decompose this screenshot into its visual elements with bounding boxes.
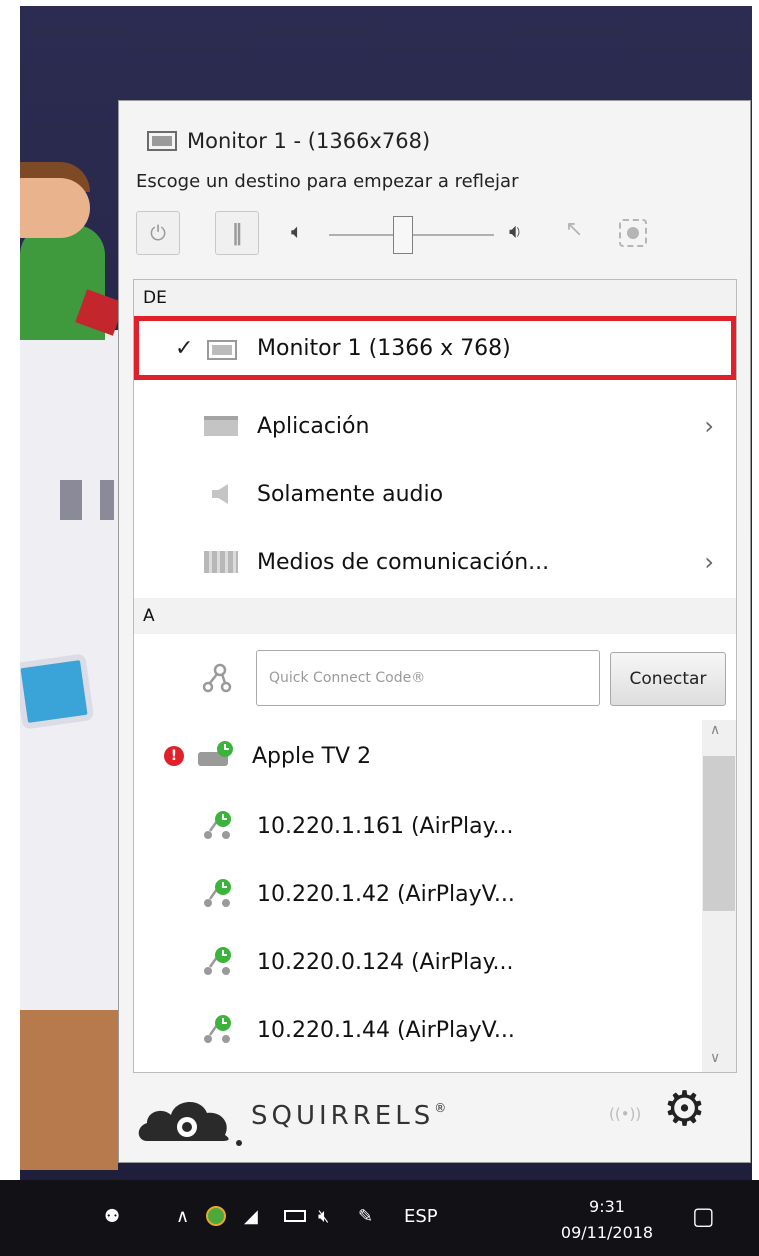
reflector-popup: Monitor 1 - (1366x768) Escoge un destino… [118, 100, 751, 1163]
pen-icon[interactable]: ✎ [358, 1206, 373, 1227]
chevron-right-icon: › [704, 548, 714, 576]
pause-icon: ‖ [231, 220, 243, 246]
quick-connect-row: Conectar [134, 644, 736, 714]
clock[interactable]: 9:31 09/11/2018 [552, 1194, 662, 1246]
monitor-icon [147, 131, 177, 151]
monitor-icon [207, 336, 237, 361]
airplay-node-icon [204, 811, 231, 839]
source-item-label: Aplicación [257, 413, 370, 439]
speaker-low-icon: 🔈︎ [291, 219, 303, 243]
device-item[interactable]: 10.220.0.124 (AirPlay... [134, 932, 694, 992]
screenshot-border [0, 0, 20, 1256]
popup-subtitle: Escoge un destino para empezar a refleja… [136, 171, 519, 192]
record-region-icon[interactable] [619, 219, 647, 247]
wifi-icon[interactable]: ◢ [244, 1206, 258, 1227]
source-item-media[interactable]: Medios de comunicación... › [134, 530, 736, 594]
chevron-up-icon[interactable]: ∧ [176, 1206, 189, 1227]
device-list-scrollbar[interactable]: ∧ ∨ [702, 720, 736, 1072]
chevron-down-icon[interactable]: ∨ [710, 1050, 720, 1066]
quick-connect-icon [202, 663, 232, 693]
source-item-audio[interactable]: Solamente audio [134, 462, 736, 526]
wallpaper-window [60, 480, 82, 520]
brand-logo-text: SQUIRRELS® [251, 1101, 447, 1131]
source-item-label: Monitor 1 (1366 x 768) [257, 335, 511, 361]
pause-button[interactable]: ‖ [215, 211, 259, 255]
source-item-application[interactable]: Aplicación › [134, 394, 736, 458]
source-target-panel: DE ✓ Monitor 1 (1366 x 768) Aplicación ›… [133, 279, 737, 1073]
alert-icon: ! [164, 746, 184, 766]
screenshot-border [0, 0, 759, 6]
device-item[interactable]: 10.220.1.42 (AirPlayV... [134, 864, 694, 924]
source-item-label: Solamente audio [257, 481, 444, 507]
volume-muted-icon[interactable]: 🔇︎ [318, 1206, 329, 1227]
windows-taskbar: ⚉ ∧ ◢ 🔇︎ ✎ ESP 9:31 09/11/2018 ▢ [0, 1180, 759, 1256]
connect-button[interactable]: Conectar [610, 652, 726, 706]
device-label: 10.220.1.44 (AirPlayV... [257, 1017, 515, 1043]
speaker-high-icon: 🔉︎ [509, 219, 522, 243]
device-label: Apple TV 2 [252, 743, 372, 769]
airplay-node-icon [204, 879, 231, 907]
popup-title-text: Monitor 1 - (1366x768) [187, 129, 431, 153]
device-label: 10.220.1.42 (AirPlayV... [257, 881, 515, 907]
chevron-right-icon: › [704, 412, 714, 440]
airplay-node-icon [204, 947, 231, 975]
notification-icon[interactable]: ▢ [692, 1202, 715, 1230]
device-label: 10.220.1.161 (AirPlay... [257, 813, 514, 839]
popup-title: Monitor 1 - (1366x768) [147, 129, 430, 153]
quick-connect-input[interactable] [256, 650, 600, 706]
clock-date: 09/11/2018 [560, 1223, 654, 1242]
clock-time: 9:31 [589, 1197, 625, 1216]
source-item-label: Medios de comunicación... [257, 549, 550, 575]
volume-slider-thumb[interactable] [393, 216, 414, 254]
device-item[interactable]: 10.220.1.161 (AirPlay... [134, 796, 694, 856]
wallpaper-tablet [13, 653, 95, 730]
cloud-logo-icon [138, 1101, 242, 1146]
people-icon[interactable]: ⚉ [104, 1206, 120, 1227]
appletv-icon [198, 741, 233, 766]
source-header: DE [134, 280, 736, 316]
broadcast-icon[interactable]: ((•)) [609, 1105, 641, 1123]
wallpaper-window [100, 480, 114, 520]
airplay-node-icon [204, 1015, 231, 1043]
device-item[interactable]: ! Apple TV 2 [134, 726, 694, 786]
screenshot-border [752, 0, 759, 1256]
media-icon [204, 551, 238, 573]
application-icon [204, 416, 238, 436]
chevron-up-icon[interactable]: ∧ [710, 722, 720, 738]
wallpaper-chair [20, 1010, 118, 1170]
cursor-icon[interactable]: ↖ [565, 217, 583, 242]
battery-icon[interactable] [284, 1206, 306, 1227]
scrollbar-thumb[interactable] [703, 756, 735, 911]
network-icon[interactable] [206, 1206, 226, 1231]
popup-footer: SQUIRRELS® ((•)) ⚙︎ [133, 1081, 737, 1153]
device-item[interactable]: 10.220.1.44 (AirPlayV... [134, 1000, 694, 1060]
device-label: 10.220.0.124 (AirPlay... [257, 949, 514, 975]
source-item-monitor[interactable]: ✓ Monitor 1 (1366 x 768) [134, 316, 736, 380]
power-button[interactable]: ⏻ [136, 211, 180, 255]
audio-icon [212, 484, 228, 504]
checkmark-icon: ✓ [175, 335, 194, 361]
power-icon: ⏻ [150, 221, 166, 245]
language-indicator[interactable]: ESP [404, 1206, 438, 1227]
wallpaper-figure-face [20, 178, 90, 238]
target-header: A [134, 598, 736, 634]
gear-icon[interactable]: ⚙︎ [663, 1085, 706, 1133]
